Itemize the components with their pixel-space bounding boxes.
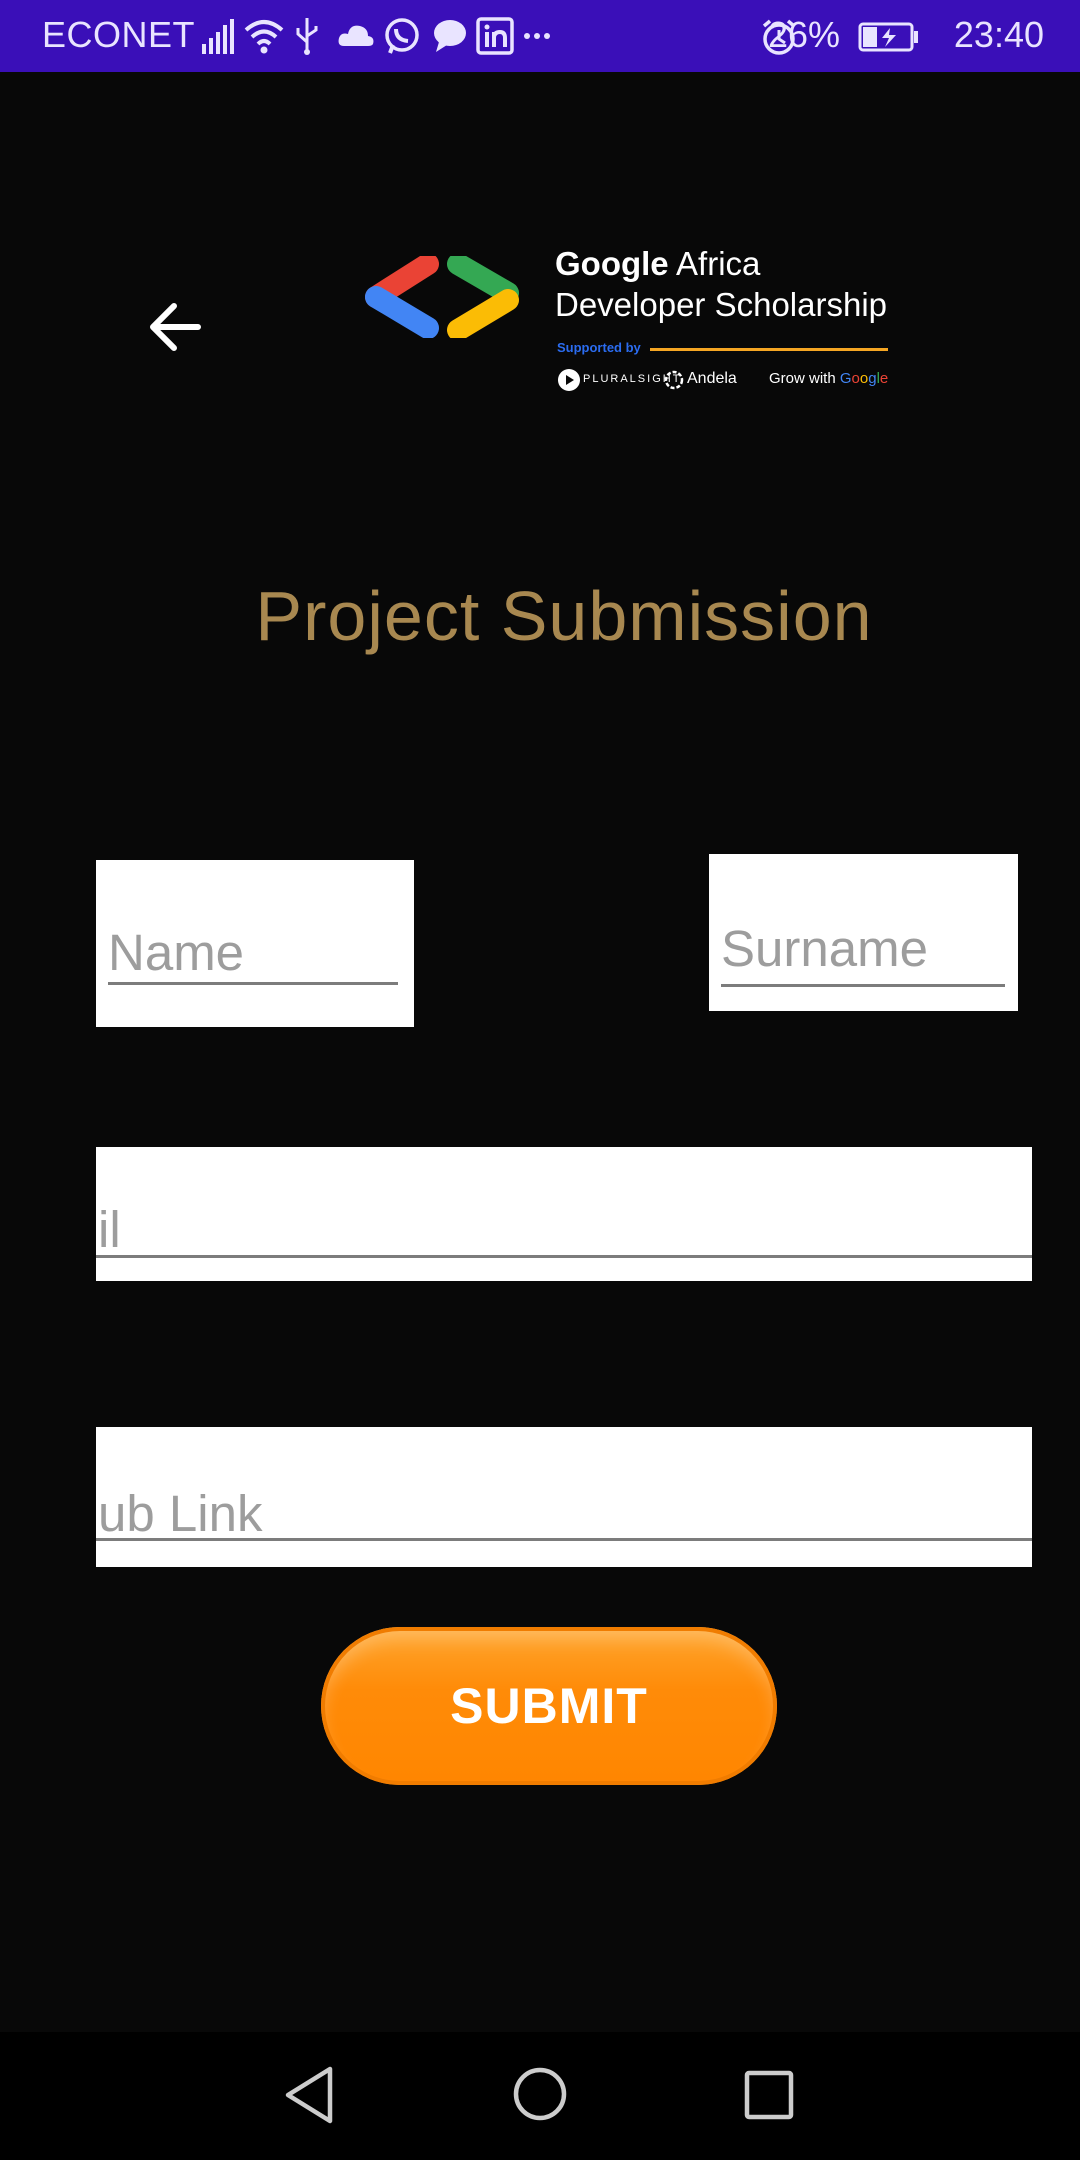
surname-field-container — [709, 854, 1018, 1011]
logo-title-line2: Developer Scholarship — [555, 286, 888, 323]
email-underline — [96, 1255, 1032, 1258]
back-arrow-icon[interactable] — [146, 298, 204, 356]
whatsapp-icon — [385, 18, 419, 54]
page-title: Project Submission — [255, 577, 873, 655]
surname-input[interactable] — [721, 916, 1018, 980]
battery-charging-icon — [858, 22, 918, 52]
github-link-input[interactable] — [98, 1481, 1032, 1545]
name-field-container — [96, 860, 414, 1027]
name-underline — [108, 982, 398, 985]
gads-logo: Google Africa Developer Scholarship Supp… — [362, 240, 892, 400]
partner-andela: Andela — [687, 370, 737, 387]
linkedin-icon — [476, 17, 514, 55]
battery-percent: 26% — [767, 14, 840, 55]
carrier-name: ECONET — [42, 14, 196, 55]
usb-icon — [296, 18, 318, 55]
pluralsight-icon — [558, 369, 580, 391]
status-bar: ECONET 26% 23:40 — [0, 0, 1080, 72]
supported-by-label: Supported by — [557, 340, 641, 355]
email-field-container — [96, 1147, 1032, 1281]
github-link-field-container — [96, 1427, 1032, 1567]
andela-icon — [664, 370, 684, 390]
email-input[interactable] — [98, 1197, 1032, 1261]
navigation-bar — [0, 2032, 1080, 2160]
name-input[interactable] — [108, 920, 414, 984]
clock: 23:40 — [953, 14, 1044, 55]
wifi-icon — [244, 20, 284, 54]
more-icon — [524, 33, 550, 39]
partner-logos: PLURALSIGHT Andela Grow with Google — [557, 368, 897, 394]
system-status: 26% 23:40 — [754, 14, 1044, 58]
partner-grow-with-google: Grow with Google — [769, 370, 889, 387]
surname-underline — [721, 984, 1005, 987]
submit-button[interactable]: SUBMIT — [321, 1627, 777, 1785]
nav-recents-icon[interactable] — [744, 2070, 794, 2120]
logo-divider — [650, 348, 888, 351]
nav-back-icon[interactable] — [282, 2064, 336, 2126]
logo-title-line1: Google Africa — [555, 245, 761, 282]
nav-home-icon[interactable] — [512, 2066, 568, 2122]
cloud-icon — [338, 25, 374, 46]
code-brackets-logo-icon — [365, 256, 519, 338]
github-link-underline — [96, 1538, 1032, 1541]
signal-icon — [202, 19, 234, 54]
message-icon — [434, 20, 466, 52]
